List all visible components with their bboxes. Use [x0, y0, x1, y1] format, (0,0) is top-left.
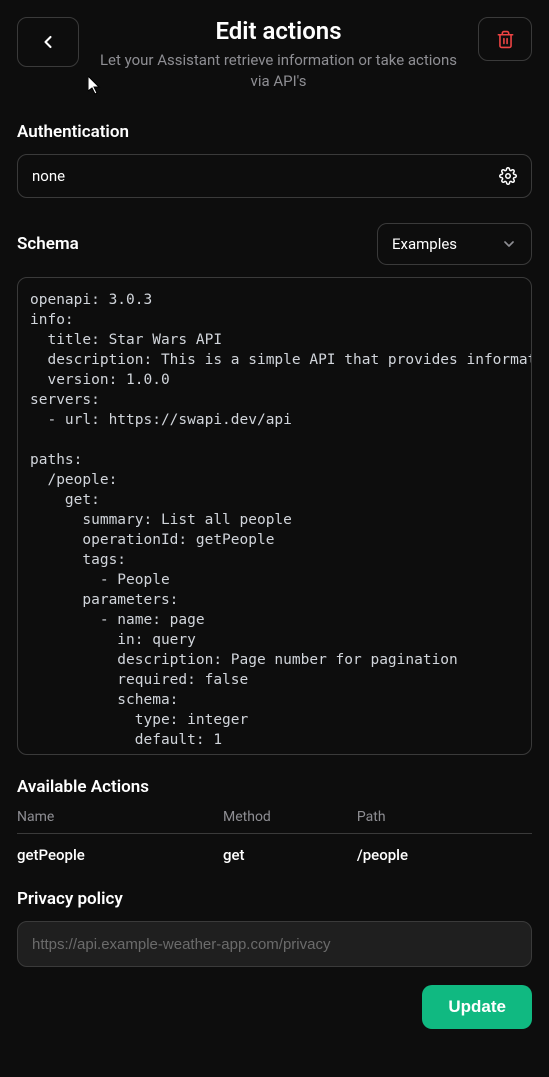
privacy-label: Privacy policy: [17, 889, 532, 909]
authentication-label: Authentication: [17, 122, 532, 142]
column-name: Name: [17, 809, 223, 834]
examples-dropdown[interactable]: Examples: [377, 223, 532, 265]
authentication-value: none: [32, 167, 65, 185]
schema-textarea[interactable]: [17, 277, 532, 755]
available-actions-label: Available Actions: [17, 777, 532, 797]
table-row[interactable]: getPeople get /people: [17, 834, 532, 865]
back-button[interactable]: [17, 17, 79, 67]
page-title: Edit actions: [89, 17, 468, 45]
update-button[interactable]: Update: [422, 985, 532, 1029]
privacy-policy-input[interactable]: [17, 921, 532, 967]
page-subtitle: Let your Assistant retrieve information …: [89, 50, 468, 92]
delete-button[interactable]: [478, 17, 532, 61]
chevron-down-icon: [501, 236, 517, 252]
gear-icon: [499, 167, 517, 185]
available-actions-table: Name Method Path getPeople get /people: [17, 809, 532, 864]
chevron-left-icon: [38, 32, 58, 52]
trash-icon: [496, 30, 515, 49]
schema-label: Schema: [17, 234, 79, 254]
action-path: /people: [357, 834, 532, 865]
examples-dropdown-label: Examples: [392, 235, 457, 253]
column-path: Path: [357, 809, 532, 834]
action-name: getPeople: [17, 834, 223, 865]
column-method: Method: [223, 809, 357, 834]
authentication-field[interactable]: none: [17, 154, 532, 198]
title-block: Edit actions Let your Assistant retrieve…: [79, 17, 478, 92]
action-method: get: [223, 834, 357, 865]
